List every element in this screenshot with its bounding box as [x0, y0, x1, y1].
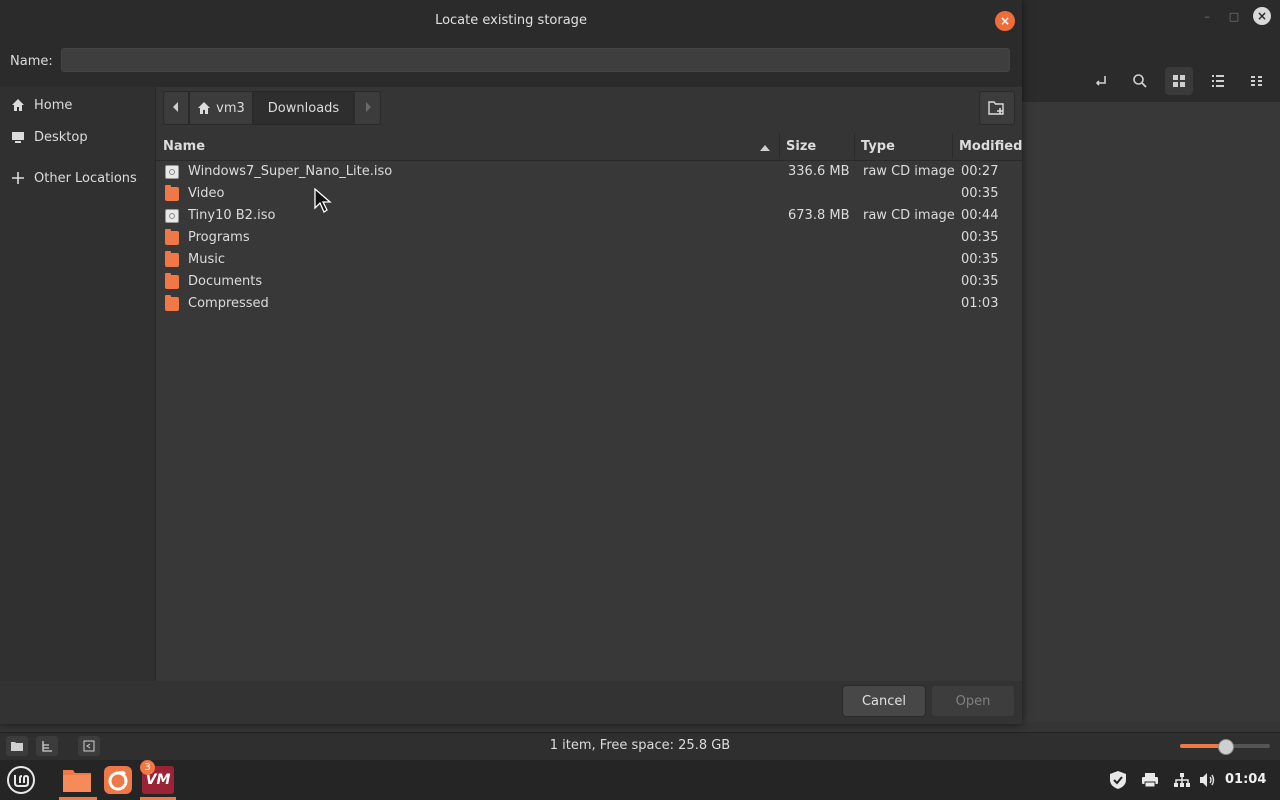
file-type: raw CD image: [863, 164, 955, 179]
path-forward-button[interactable]: [354, 91, 381, 125]
file-manager-content: [1022, 102, 1280, 722]
sidebar-item-label: Desktop: [34, 129, 88, 145]
disc-image-icon: [165, 165, 179, 179]
column-header-type[interactable]: Type: [861, 139, 895, 154]
folder-icon: [165, 185, 179, 201]
table-row[interactable]: Tiny10 B2.iso 673.8 MB raw CD image 00:4…: [156, 205, 1022, 227]
maximize-icon[interactable]: □: [1226, 8, 1242, 24]
dialog-title: Locate existing storage: [435, 13, 587, 28]
firefox-icon[interactable]: [100, 762, 136, 798]
file-name: Music: [188, 252, 225, 267]
new-folder-icon: [988, 100, 1006, 116]
mint-menu-icon[interactable]: [3, 762, 39, 798]
network-icon[interactable]: [1171, 770, 1193, 790]
zoom-slider-handle[interactable]: [1218, 739, 1234, 755]
sidebar-item-label: Other Locations: [34, 170, 137, 186]
sidebar-item-label: Home: [34, 97, 73, 113]
column-separator: [952, 133, 953, 159]
column-header-name[interactable]: Name: [163, 139, 205, 154]
home-icon: [10, 97, 26, 113]
column-separator: [854, 133, 855, 159]
table-row[interactable]: Documents 00:35: [156, 271, 1022, 293]
path-back-button[interactable]: [163, 91, 189, 125]
home-icon: [197, 101, 211, 115]
path-segment-label: Downloads: [267, 100, 340, 116]
file-modified: 00:35: [961, 274, 999, 289]
window-count-badge: 3: [140, 760, 155, 775]
icon-view-icon[interactable]: [1165, 67, 1193, 95]
column-separator: [779, 133, 780, 159]
cancel-button[interactable]: Cancel: [842, 685, 926, 717]
table-row[interactable]: Video 00:35: [156, 183, 1022, 205]
folder-icon: [165, 295, 179, 311]
folder-icon: [165, 229, 179, 245]
sidebar-item-other-locations[interactable]: Other Locations: [0, 164, 155, 192]
file-size: 336.6 MB: [788, 164, 850, 179]
file-modified: 00:44: [961, 208, 999, 223]
file-size: 673.8 MB: [788, 208, 850, 223]
table-row[interactable]: Compressed 01:03: [156, 293, 1022, 315]
file-type: raw CD image: [863, 208, 955, 223]
mouse-cursor-icon: [314, 187, 334, 218]
chevron-right-icon: [364, 101, 372, 116]
file-modified: 00:35: [961, 230, 999, 245]
name-label: Name:: [10, 54, 53, 69]
table-row[interactable]: Windows7_Super_Nano_Lite.iso 336.6 MB ra…: [156, 161, 1022, 183]
new-folder-button[interactable]: [979, 91, 1015, 125]
sort-ascending-icon: [759, 141, 771, 156]
file-name: Video: [188, 186, 225, 201]
sidebar-item-desktop[interactable]: Desktop: [0, 123, 155, 151]
open-button[interactable]: Open: [931, 685, 1015, 717]
list-view-icon[interactable]: [1204, 67, 1232, 95]
file-modified: 01:03: [961, 296, 999, 311]
search-icon[interactable]: [1126, 67, 1154, 95]
desktop-icon: [10, 129, 26, 145]
column-header-size[interactable]: Size: [786, 139, 816, 154]
chevron-left-icon: [172, 101, 180, 116]
folder-icon: [165, 251, 179, 267]
path-segment-downloads[interactable]: Downloads: [253, 91, 354, 125]
taskbar: [0, 760, 1280, 800]
sidebar-item-home[interactable]: Home: [0, 91, 155, 119]
file-modified: 00:27: [961, 164, 999, 179]
toggle-location-icon[interactable]: [1087, 67, 1115, 95]
file-name: Windows7_Super_Nano_Lite.iso: [188, 164, 393, 179]
minimize-icon[interactable]: –: [1199, 8, 1215, 24]
path-bar: vm3 Downloads: [163, 91, 381, 125]
path-segment-vm3[interactable]: vm3: [189, 91, 253, 125]
compact-view-icon[interactable]: [1243, 67, 1271, 95]
file-modified: 00:35: [961, 252, 999, 267]
table-row[interactable]: Music 00:35: [156, 249, 1022, 271]
clock[interactable]: 01:04: [1225, 772, 1266, 787]
name-input[interactable]: [61, 48, 1010, 72]
shield-icon[interactable]: [1107, 770, 1129, 790]
file-name: Programs: [188, 230, 250, 245]
files-app-icon[interactable]: [59, 762, 95, 798]
disc-image-icon: [165, 209, 179, 223]
path-segment-label: vm3: [216, 100, 245, 116]
column-header-modified[interactable]: Modified: [959, 139, 1022, 154]
volume-icon[interactable]: [1197, 770, 1219, 790]
table-row[interactable]: Programs 00:35: [156, 227, 1022, 249]
printer-icon[interactable]: [1139, 770, 1161, 790]
file-modified: 00:35: [961, 186, 999, 201]
dialog-close-button[interactable]: ×: [995, 11, 1015, 31]
file-name: Tiny10 B2.iso: [188, 208, 276, 223]
status-text: 1 item, Free space: 25.8 GB: [549, 738, 731, 753]
folder-icon: [165, 273, 179, 289]
file-name: Compressed: [188, 296, 269, 311]
plus-icon: [10, 170, 26, 186]
window-close-icon[interactable]: ×: [1253, 7, 1271, 25]
file-name: Documents: [188, 274, 263, 289]
